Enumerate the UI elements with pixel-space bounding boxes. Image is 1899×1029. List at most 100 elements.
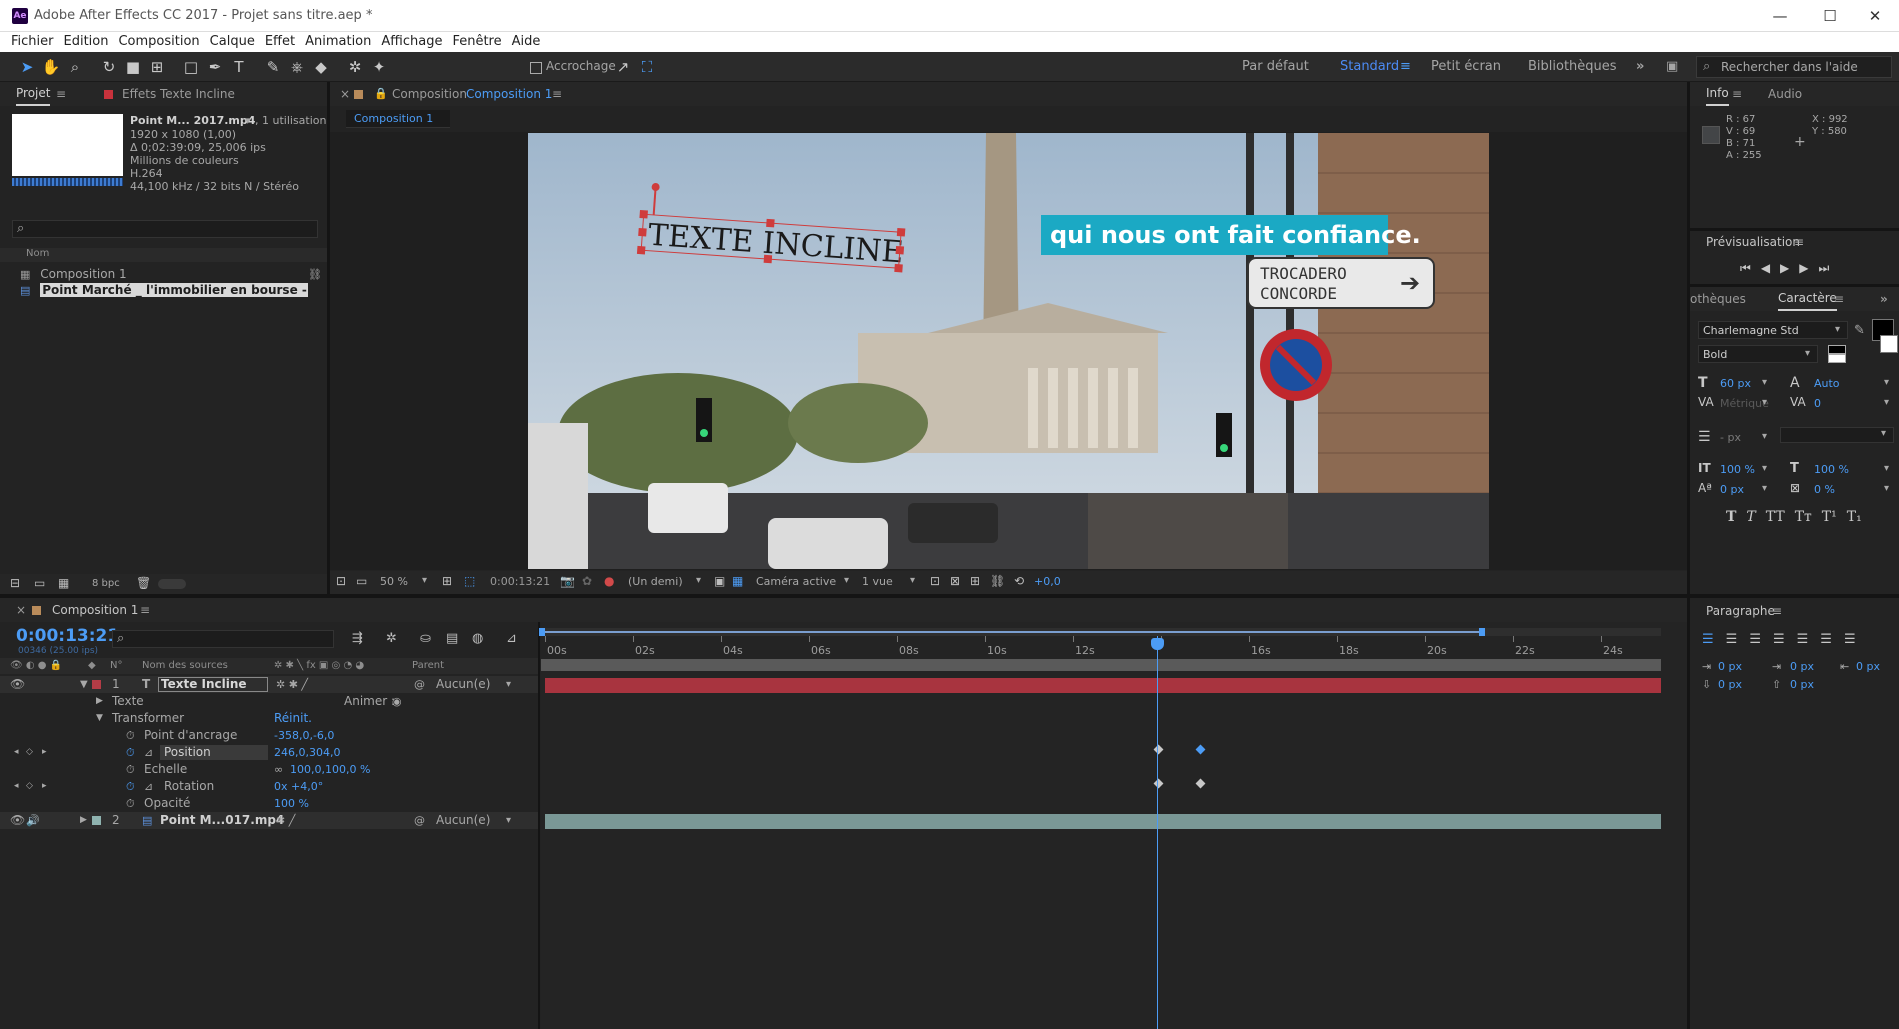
workspace-default[interactable]: Par défaut	[1242, 59, 1309, 74]
exposure-value[interactable]: +0,0	[1034, 575, 1061, 588]
overflow-icon[interactable]: »	[1880, 287, 1888, 311]
eye-icon[interactable]: 👁	[10, 812, 25, 829]
tab-project[interactable]: Projet	[16, 82, 51, 106]
tab-audio[interactable]: Audio	[1768, 82, 1802, 106]
flowchart-icon[interactable]: ⛓	[990, 575, 1005, 587]
menu-layer[interactable]: Calque	[205, 32, 260, 49]
track-video-layer[interactable]	[545, 814, 1661, 829]
tab-effects[interactable]: Effets	[122, 82, 156, 106]
reset-exposure-icon[interactable]: ⟲	[1014, 575, 1024, 587]
snapshot-icon[interactable]: 📷	[560, 575, 575, 587]
flowchart-icon[interactable]: ⛓	[308, 266, 322, 283]
pan-behind-tool-icon[interactable]: ⊞	[146, 56, 168, 78]
small-caps-button[interactable]: Tт	[1795, 509, 1812, 525]
faux-italic-button[interactable]: T	[1746, 509, 1755, 525]
pickwhip-icon[interactable]: @	[414, 812, 425, 829]
graph-icon[interactable]: ⊿	[144, 744, 153, 761]
property-value[interactable]: 100 %	[274, 795, 309, 812]
camera-select[interactable]: Caméra active	[756, 575, 836, 588]
chevron-down-icon[interactable]: ▾	[910, 575, 915, 586]
baseline-shift-value[interactable]: 0 px	[1720, 483, 1744, 496]
thumbnail-size-slider[interactable]	[158, 579, 186, 589]
audio-icon[interactable]: 🔊	[26, 812, 40, 829]
navigator-start-handle[interactable]	[539, 628, 545, 636]
composition-mini-flowchart-icon[interactable]: ⇶	[352, 632, 363, 645]
justify-left-icon[interactable]: ☰	[1773, 632, 1797, 647]
indent-first-value[interactable]: 0 px	[1790, 660, 1814, 673]
chevron-down-icon[interactable]: ▾	[1884, 377, 1889, 388]
monitor-icon[interactable]: ▭	[356, 575, 367, 587]
chevron-down-icon[interactable]: ▾	[1762, 483, 1767, 494]
faux-bold-button[interactable]: T	[1726, 509, 1736, 525]
next-keyframe-icon[interactable]: ▸	[42, 744, 47, 761]
channel-icon[interactable]: ●	[604, 575, 614, 587]
navigator-end-handle[interactable]	[1479, 628, 1485, 636]
stroke-color-swatch[interactable]	[1880, 335, 1898, 353]
chevron-down-icon[interactable]: ▾	[1884, 483, 1889, 494]
new-composition-icon[interactable]: ▦	[58, 577, 69, 589]
rectangle-tool-icon[interactable]: □	[180, 56, 202, 78]
property-row-scale[interactable]: ⏱ Echelle ∞ 100,0,100,0 %	[0, 761, 540, 778]
zoom-tool-icon[interactable]: ⌕	[64, 56, 86, 78]
snapping-checkbox[interactable]	[530, 62, 542, 74]
eraser-tool-icon[interactable]: ◆	[310, 56, 332, 78]
project-item-footage[interactable]: ▤ Point Marché _ l'immobilier en bourse …	[20, 282, 308, 299]
stopwatch-icon[interactable]: ⏱	[126, 727, 135, 744]
add-keyframe-icon[interactable]: ◇	[26, 744, 33, 761]
chevron-down-icon[interactable]: ▾	[1884, 463, 1889, 474]
leading-value[interactable]: Auto	[1814, 377, 1840, 390]
interpret-footage-icon[interactable]: ⊟	[10, 577, 20, 589]
stopwatch-active-icon[interactable]: ⏱	[126, 778, 135, 795]
graph-icon[interactable]: ⊿	[144, 778, 153, 795]
panel-menu-icon[interactable]: ≡	[1772, 604, 1782, 618]
frame-blending-icon[interactable]: ▤	[446, 632, 458, 645]
tsume-value[interactable]: 0 %	[1814, 483, 1835, 496]
prev-keyframe-icon[interactable]: ◂	[14, 744, 19, 761]
snap-edges-icon[interactable]: ⛶	[636, 56, 658, 78]
pickwhip-icon[interactable]: @	[414, 676, 425, 693]
next-frame-icon[interactable]: ▶	[1799, 261, 1818, 275]
workspace-libraries[interactable]: Bibliothèques	[1528, 59, 1617, 74]
puppet-pin-icon[interactable]: ✦	[368, 56, 390, 78]
stroke-order-select[interactable]: ▾	[1780, 427, 1894, 443]
tab-libraries[interactable]: othèques	[1690, 287, 1746, 311]
timeline-icon[interactable]: ⊞	[970, 575, 980, 587]
align-center-icon[interactable]: ☰	[1726, 632, 1750, 647]
chevron-down-icon[interactable]: ▾	[1762, 463, 1767, 474]
workspace-overflow-icon[interactable]: »	[1636, 59, 1644, 74]
align-right-icon[interactable]: ☰	[1749, 632, 1773, 647]
property-value[interactable]: -358,0,-6,0	[274, 727, 334, 744]
comp-tab-label[interactable]: Composition	[392, 82, 467, 106]
comp-tab-name[interactable]: Composition 1	[466, 82, 552, 106]
panel-menu-icon[interactable]: ≡	[1732, 82, 1742, 106]
layer-row-1[interactable]: 👁 ▼ 1 T Texte Incline ✲ ✱ ╱ @ Aucun(e) ▾	[0, 676, 540, 693]
workspace-menu-icon[interactable]: ≡	[1400, 59, 1411, 74]
animate-button[interactable]: ◉	[392, 693, 402, 710]
close-button[interactable]: ✕	[1855, 4, 1895, 28]
timeline-tab-name[interactable]: Composition 1	[52, 598, 138, 622]
space-before-value[interactable]: 0 px	[1718, 678, 1742, 691]
close-tab-icon[interactable]: ×	[16, 598, 26, 622]
timeline-search-input[interactable]: ⌕	[112, 630, 334, 648]
tab-character[interactable]: Caractère	[1778, 287, 1837, 311]
menu-composition[interactable]: Composition	[113, 32, 204, 49]
clone-stamp-icon[interactable]: ⎈	[286, 56, 308, 78]
stopwatch-icon[interactable]: ⏱	[126, 761, 135, 778]
dropdown-icon[interactable]: ▾	[245, 112, 251, 129]
property-row-anchor[interactable]: ⏱ Point d'ancrage -358,0,-6,0	[0, 727, 540, 744]
rotate-tool-icon[interactable]: ↻	[98, 56, 120, 78]
chevron-down-icon[interactable]: ▾	[1762, 431, 1767, 442]
pen-tool-icon[interactable]: ✒	[204, 56, 226, 78]
property-value[interactable]: 0x +4,0°	[274, 778, 323, 795]
chevron-down-icon[interactable]: ▾	[1762, 377, 1767, 388]
parent-select[interactable]: Aucun(e)	[436, 812, 490, 829]
always-preview-icon[interactable]: ⊡	[336, 575, 346, 587]
work-area-bar[interactable]	[541, 659, 1661, 671]
font-family-select[interactable]: Charlemagne Std ▾	[1698, 321, 1848, 339]
layer-row-2[interactable]: 👁 🔊 ▶ 2 ▤ Point M...017.mp4 ✲ ╱ @ Aucun(…	[0, 812, 540, 829]
bit-depth-label[interactable]: 8 bpc	[92, 578, 120, 589]
shy-layers-icon[interactable]: ⛀	[420, 632, 431, 645]
transform-group-row[interactable]: ▼ Transformer Réinit.	[0, 710, 540, 727]
time-ruler[interactable]: 00s 02s 04s 06s 08s 10s 12s 16s 18s 20s 22s 24s	[541, 636, 1661, 657]
playhead-line[interactable]	[1157, 636, 1158, 1029]
